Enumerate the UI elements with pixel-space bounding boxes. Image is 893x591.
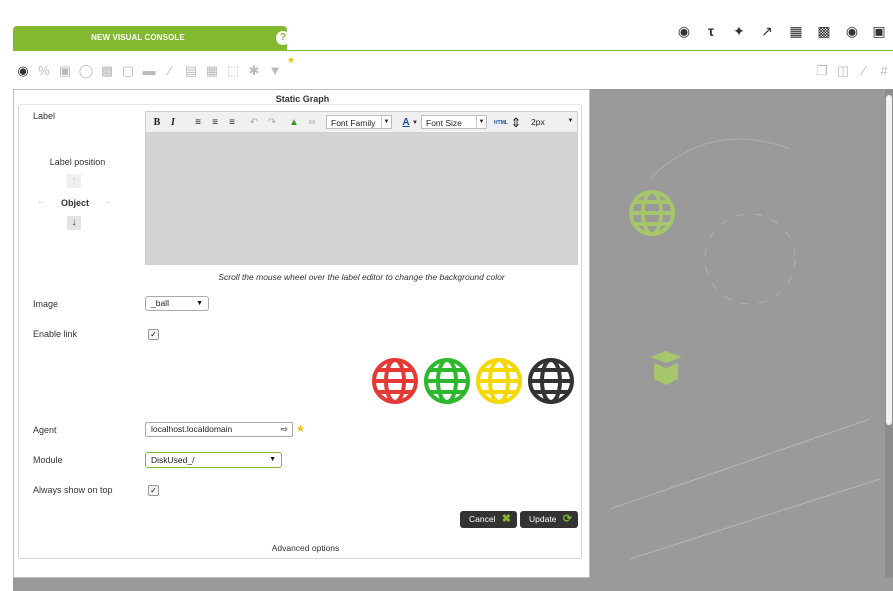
enable-link-checkbox[interactable]: ✓ — [148, 329, 159, 340]
chevron-down-icon: ▼ — [567, 118, 574, 124]
cancel-button[interactable]: Cancel ✖ — [460, 511, 517, 528]
agent-caption: Agent — [33, 425, 57, 435]
visual-console-canvas[interactable] — [590, 89, 893, 591]
tab-title: NEW VISUAL CONSOLE — [91, 33, 185, 42]
list-icon[interactable]: ▦ — [785, 20, 807, 42]
copy-icon[interactable]: ❐ — [813, 62, 831, 80]
position-up-arrow-icon[interactable]: ↑ — [67, 174, 81, 188]
position-right-arrow-icon[interactable]: → — [100, 195, 114, 209]
module-select[interactable]: DiskUsed_/ ▼ — [145, 452, 282, 468]
html-source-icon[interactable]: HTML — [493, 116, 509, 130]
dialog-title: Static Graph — [275, 94, 330, 104]
canvas-globe-icon[interactable] — [629, 190, 675, 236]
line-height-icon[interactable]: ⇕ — [510, 116, 522, 130]
align-right-icon[interactable]: ≡ — [226, 116, 238, 130]
grid-icon[interactable]: # — [875, 62, 893, 80]
undo-icon[interactable]: ↶ — [248, 116, 260, 130]
image-select[interactable]: _ball ▼ — [145, 296, 209, 311]
asterisk-icon[interactable]: ✱ — [245, 62, 263, 80]
camera-icon[interactable]: ◉ — [841, 20, 863, 42]
group-icon[interactable]: ⬚ — [224, 62, 242, 80]
tab-new-visual-console[interactable]: NEW VISUAL CONSOLE ? — [13, 26, 290, 50]
update-button[interactable]: Update ⟳ — [520, 511, 578, 528]
redo-icon[interactable]: ↷ — [266, 116, 278, 130]
image-caption: Image — [33, 299, 59, 309]
globe-yellow-icon — [476, 358, 522, 404]
globe-red-icon — [372, 358, 418, 404]
position-left-arrow-icon[interactable]: ← — [34, 195, 48, 209]
chevron-down-icon: ▼ — [269, 456, 276, 463]
bold-icon[interactable]: B — [152, 116, 162, 130]
close-icon: ✖ — [501, 513, 511, 525]
label-editor-toolbar: B I ≡ ≡ ≡ ↶ ↷ ▲ ∞ Font Family ▼ A ▼ Font … — [145, 111, 578, 133]
canvas-bottom-strip — [13, 578, 893, 591]
canvas-background — [609, 138, 881, 560]
italic-icon[interactable]: I — [168, 116, 178, 130]
update-button-label: Update — [529, 514, 557, 524]
position-down-arrow-icon[interactable]: ↓ — [67, 216, 81, 230]
star-icon: ★ — [296, 424, 305, 435]
line-icon[interactable]: ∕ — [161, 62, 179, 80]
monitor-icon[interactable]: ▣ — [868, 20, 890, 42]
image-value: _ball — [151, 298, 169, 308]
font-icon[interactable]: τ — [700, 20, 722, 42]
align-left-icon[interactable]: ≡ — [192, 116, 204, 130]
wrench-icon[interactable]: ∕ — [855, 62, 873, 80]
always-on-top-checkbox[interactable]: ✓ — [148, 485, 159, 496]
chevron-down-icon[interactable]: ▼ — [412, 116, 418, 130]
trash-icon[interactable]: ◫ — [834, 62, 852, 80]
editor-hint: Scroll the mouse wheel over the label ed… — [218, 272, 505, 282]
eye-icon[interactable]: ◉ — [673, 20, 695, 42]
camera-icon[interactable]: ◉ — [14, 62, 32, 80]
network-icon[interactable]: ▦ — [203, 62, 221, 80]
font-size-value: Font Size — [426, 118, 462, 128]
globe-green-icon — [424, 358, 470, 404]
module-caption: Module — [33, 455, 63, 465]
canvas-scroll-thumb[interactable] — [886, 95, 892, 425]
agent-login-icon[interactable]: ⇨ — [280, 423, 288, 436]
bar-graph-icon[interactable]: ▩ — [98, 62, 116, 80]
label-caption: Label — [33, 111, 56, 121]
wrench-icon[interactable]: ↗ — [756, 20, 778, 42]
chart-icon[interactable]: ▩ — [813, 20, 835, 42]
globe-black-icon — [528, 358, 574, 404]
text-color-icon[interactable]: A — [400, 116, 412, 130]
enable-link-caption: Enable link — [33, 329, 78, 339]
always-on-top-caption: Always show on top — [33, 485, 113, 495]
star-icon: ★ — [287, 55, 296, 65]
percentile-icon[interactable]: % — [35, 62, 53, 80]
advanced-options-link[interactable]: Advanced options — [18, 543, 593, 553]
font-size-select[interactable]: Font Size ▼ — [421, 115, 487, 129]
wand-icon[interactable]: ✦ — [728, 20, 750, 42]
module-graph-icon[interactable]: ▣ — [56, 62, 74, 80]
refresh-icon: ⟳ — [562, 513, 572, 525]
line-height-select[interactable]: 2px ▼ — [527, 115, 575, 129]
help-icon[interactable]: ? — [276, 31, 290, 45]
label-position-caption: Label position — [49, 157, 106, 167]
link-icon[interactable]: ∞ — [306, 116, 318, 130]
font-family-value: Font Family — [331, 118, 376, 128]
image-icon[interactable]: ▲ — [288, 116, 300, 130]
cancel-button-label: Cancel — [469, 514, 496, 524]
module-value: DiskUsed_/ — [151, 455, 195, 465]
line-height-value: 2px — [531, 117, 545, 127]
object-caption: Object — [60, 198, 89, 208]
chevron-down-icon: ▼ — [476, 116, 486, 128]
agent-input[interactable]: localhost.localdomain ⇨ — [145, 422, 293, 437]
service-icon[interactable]: ▼ — [266, 62, 284, 80]
donut-icon[interactable]: ◯ — [77, 62, 95, 80]
header-divider — [13, 50, 893, 51]
font-family-select[interactable]: Font Family ▼ — [326, 115, 392, 129]
auto-sla-icon[interactable]: ▢ — [119, 62, 137, 80]
label-icon[interactable]: ▬ — [140, 62, 158, 80]
box-icon[interactable]: ▤ — [182, 62, 200, 80]
align-center-icon[interactable]: ≡ — [209, 116, 221, 130]
chevron-down-icon: ▼ — [381, 116, 391, 128]
canvas-box-icon[interactable] — [650, 351, 682, 385]
chevron-down-icon: ▼ — [196, 300, 203, 307]
agent-value: localhost.localdomain — [151, 424, 233, 434]
label-editor-area[interactable] — [145, 133, 578, 265]
